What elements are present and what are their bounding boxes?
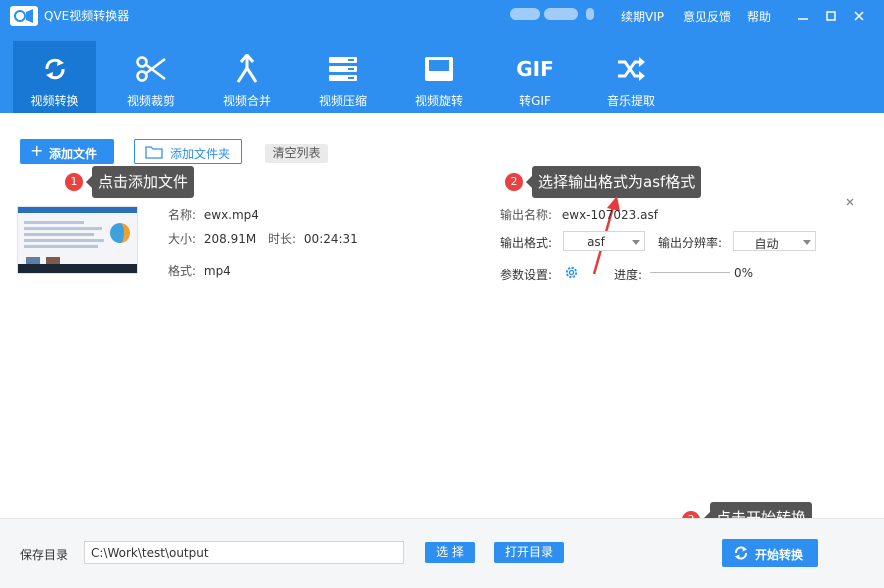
- tooltip-text: 点击添加文件: [98, 173, 189, 191]
- tab-label: 视频旋转: [414, 94, 463, 108]
- output-resolution-value: 自动: [754, 237, 779, 251]
- file-format-value: mp4: [203, 264, 231, 278]
- tab-video-convert[interactable]: 视频转换: [13, 41, 96, 113]
- maximize-icon[interactable]: [821, 6, 841, 26]
- start-convert-button[interactable]: 开始转换: [722, 539, 818, 567]
- file-format-label: 格式:: [168, 264, 197, 278]
- tab-video-rotate[interactable]: 视频旋转: [398, 41, 480, 113]
- tooltip-text: 选择输出格式为asf格式: [538, 173, 696, 191]
- step-badge-2: 2: [505, 173, 523, 191]
- chevron-down-icon: [803, 240, 811, 245]
- file-name-label: 名称:: [168, 208, 197, 222]
- tab-music-extract[interactable]: 音乐提取: [590, 41, 672, 113]
- chevron-down-icon: [632, 240, 640, 245]
- renew-vip-link[interactable]: 续期VIP: [621, 8, 664, 25]
- file-size-value: 208.91M: [203, 232, 257, 246]
- feedback-link[interactable]: 意见反馈: [683, 8, 731, 25]
- app-logo-icon: [10, 6, 38, 26]
- title-bar: QVE视频转换器 续期VIP 意见反馈 帮助: [0, 0, 884, 32]
- tab-label: 视频合并: [222, 94, 271, 108]
- scissors-icon: [136, 56, 166, 82]
- shuffle-icon: [618, 57, 645, 81]
- header: QVE视频转换器 续期VIP 意见反馈 帮助 视频转换 视频裁剪 视频合并 视频…: [0, 0, 884, 113]
- output-name-row: 输出名称: ewx-107023.asf: [500, 206, 658, 223]
- compress-icon: [329, 57, 357, 81]
- file-size-row: 大小: 208.91M 时长: 00:24:31: [168, 230, 358, 247]
- choose-dir-button[interactable]: 选 择: [425, 542, 475, 563]
- plus-icon: +: [30, 141, 44, 160]
- tooltip-add-file: 点击添加文件: [86, 166, 195, 198]
- minimize-icon[interactable]: [793, 6, 813, 26]
- clear-list-button[interactable]: 清空列表: [265, 144, 328, 163]
- output-resolution-label: 输出分辨率:: [658, 236, 723, 250]
- tab-label: 视频裁剪: [126, 94, 175, 108]
- convert-icon: [44, 58, 65, 80]
- add-folder-label: 添加文件夹: [170, 147, 231, 161]
- start-convert-label: 开始转换: [755, 548, 804, 562]
- open-dir-button[interactable]: 打开目录: [494, 542, 564, 563]
- add-folder-button[interactable]: 添加文件夹: [134, 139, 242, 164]
- tab-label: 音乐提取: [606, 94, 655, 108]
- output-format-select[interactable]: asf: [563, 231, 645, 251]
- duration-label: 时长:: [268, 232, 297, 246]
- tab-label: 转GIF: [519, 94, 551, 108]
- add-file-button[interactable]: + 添加文件: [20, 139, 114, 164]
- gear-icon[interactable]: [564, 265, 579, 280]
- output-format-value: asf: [587, 235, 605, 249]
- tab-video-merge[interactable]: 视频合并: [206, 41, 288, 113]
- file-name-row: 名称: ewx.mp4: [168, 206, 259, 223]
- output-format-label: 输出格式:: [500, 236, 553, 250]
- output-name-label: 输出名称:: [500, 208, 553, 222]
- step-badge-1: 1: [65, 173, 83, 191]
- tab-video-crop[interactable]: 视频裁剪: [110, 41, 192, 113]
- file-name-value: ewx.mp4: [203, 208, 259, 222]
- app-title: QVE视频转换器: [44, 9, 130, 23]
- output-resolution-select[interactable]: 自动: [733, 231, 816, 251]
- file-format-row: 格式: mp4: [168, 262, 231, 279]
- progress-bar: [650, 272, 730, 273]
- progress-label: 进度:: [614, 268, 643, 282]
- file-size-label: 大小:: [168, 232, 197, 246]
- gif-icon: GIF: [516, 57, 554, 81]
- folder-icon: [145, 146, 163, 159]
- add-file-label: 添加文件: [49, 147, 98, 161]
- save-dir-input[interactable]: [84, 541, 404, 564]
- progress-value: 0%: [734, 266, 754, 280]
- help-link[interactable]: 帮助: [747, 8, 771, 25]
- tab-label: 视频转换: [30, 94, 79, 108]
- tab-to-gif[interactable]: GIF 转GIF: [494, 41, 576, 113]
- output-name-value[interactable]: ewx-107023.asf: [562, 208, 658, 222]
- merge-icon: [236, 54, 258, 83]
- refresh-icon: [735, 546, 747, 560]
- video-thumbnail: [17, 206, 138, 274]
- tooltip-select-format: 选择输出格式为asf格式: [526, 166, 702, 198]
- tab-video-compress[interactable]: 视频压缩: [302, 41, 384, 113]
- close-icon[interactable]: [849, 6, 869, 26]
- save-dir-label: 保存目录: [20, 548, 69, 562]
- tab-label: 视频压缩: [318, 94, 367, 108]
- duration-value: 00:24:31: [303, 232, 358, 246]
- remove-file-icon[interactable]: [845, 197, 855, 207]
- params-label: 参数设置:: [500, 268, 553, 282]
- rotate-icon: [425, 57, 453, 81]
- account-info: [510, 8, 596, 22]
